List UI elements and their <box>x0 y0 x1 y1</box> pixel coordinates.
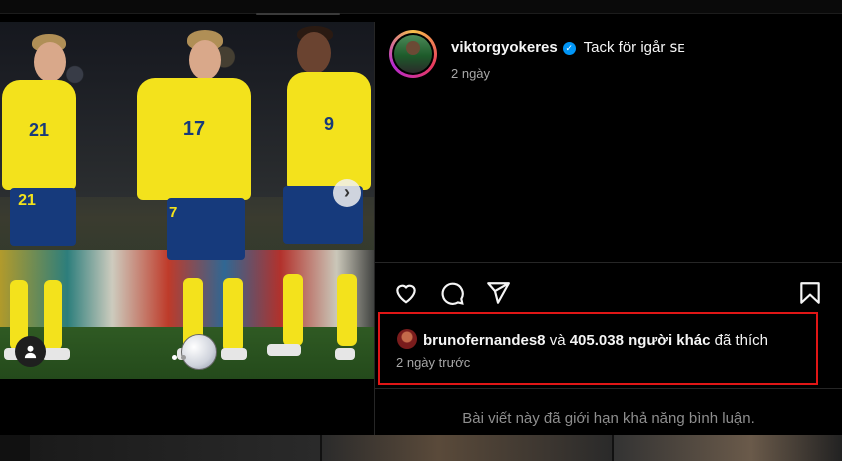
jersey-number: 17 <box>182 118 206 140</box>
next-photo-button[interactable]: › <box>333 179 361 207</box>
post-modal: 21 21 17 7 9 › viktorgyokeres ✓ Tack för… <box>0 22 842 437</box>
likes-connector: và <box>549 332 566 349</box>
person-icon <box>24 345 37 359</box>
post-time[interactable]: 2 ngày <box>451 66 490 81</box>
comments-restricted-notice: Bài viết này đã giới hạn khả năng bình l… <box>462 410 755 427</box>
football <box>181 334 217 370</box>
chevron-right-icon: › <box>344 182 350 202</box>
post-header: viktorgyokeres ✓ Tack för igår ꜱᴇ 2 ngày <box>389 30 842 90</box>
verified-badge-icon: ✓ <box>562 42 576 55</box>
top-strip <box>0 0 842 15</box>
bookmark-icon[interactable] <box>797 280 823 306</box>
action-bar <box>393 280 827 306</box>
post-detail-panel: viktorgyokeres ✓ Tack för igår ꜱᴇ 2 ngày … <box>374 22 842 437</box>
related-post-thumbnail[interactable] <box>30 435 320 461</box>
post-timestamp[interactable]: 2 ngày trước <box>396 355 470 370</box>
shorts-number: 7 <box>169 204 178 221</box>
related-post-thumbnail[interactable] <box>614 435 842 461</box>
post-caption: Tack för igår ꜱᴇ <box>583 39 685 56</box>
caption-line: viktorgyokeres ✓ Tack för igår ꜱᴇ <box>451 38 685 56</box>
tagged-people-button[interactable] <box>15 336 46 367</box>
likes-summary[interactable]: brunofernandes8 và 405.038 người khác đã… <box>397 329 768 349</box>
avatar-image <box>394 35 432 73</box>
likes-suffix: đã thích <box>714 332 769 349</box>
divider <box>375 262 842 263</box>
carousel-dot <box>181 355 186 360</box>
jersey-number: 21 <box>28 120 50 140</box>
divider <box>375 388 842 389</box>
liker-username[interactable]: brunofernandes8 <box>423 332 546 349</box>
carousel-indicator <box>172 355 186 360</box>
author-avatar[interactable] <box>389 30 437 78</box>
comment-icon[interactable] <box>439 280 465 306</box>
drag-handle <box>256 13 340 15</box>
jersey-number: 9 <box>323 114 334 134</box>
author-username[interactable]: viktorgyokeres <box>451 39 558 56</box>
heart-icon[interactable] <box>393 280 419 306</box>
share-icon[interactable] <box>485 280 511 306</box>
player-middle: 17 7 <box>125 28 260 368</box>
related-post-thumbnail[interactable] <box>322 435 612 461</box>
likes-others-count[interactable]: 405.038 người khác <box>570 332 711 349</box>
player-left: 21 21 <box>0 30 90 370</box>
carousel-dot-active <box>172 355 177 360</box>
likes-highlight: brunofernandes8 và 405.038 người khác đã… <box>378 312 818 385</box>
post-photo[interactable]: 21 21 17 7 9 › <box>0 22 374 379</box>
related-posts-strip <box>0 435 842 461</box>
liker-avatar <box>397 329 417 349</box>
shorts-number: 21 <box>18 192 36 209</box>
